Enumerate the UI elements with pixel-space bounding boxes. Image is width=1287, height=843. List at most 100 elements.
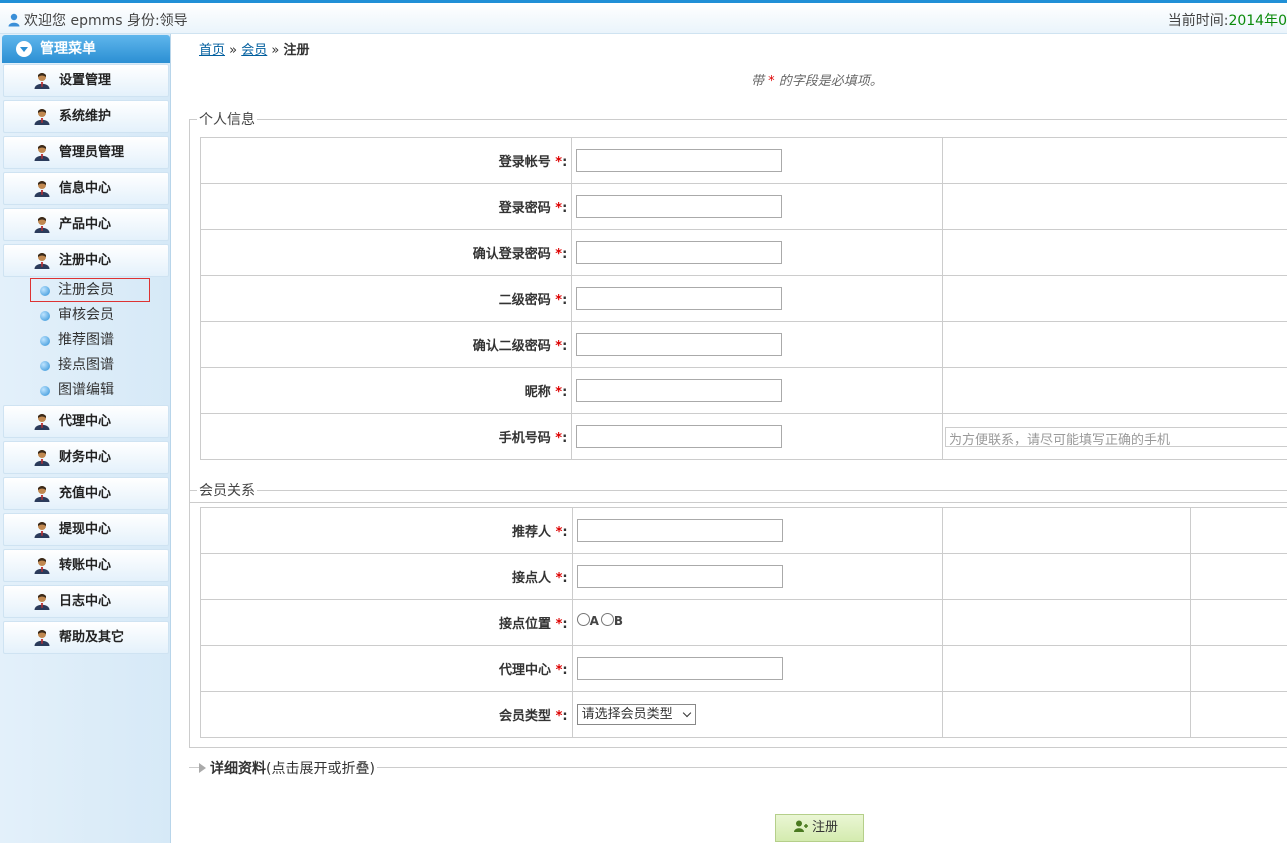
personal-info-legend: 个人信息 <box>199 112 255 128</box>
field-label: 接点人 *: <box>200 553 573 600</box>
menu-item-register[interactable]: 注册中心 <box>3 244 169 277</box>
table-row: 代理中心 *: <box>200 645 1287 692</box>
submenu-tree-edit[interactable]: 图谱编辑 <box>40 379 114 401</box>
person-icon <box>34 145 50 161</box>
referrer-input[interactable] <box>576 519 783 542</box>
person-icon <box>34 109 50 125</box>
menu-item-system[interactable]: 系统维护 <box>3 100 169 133</box>
field-label: 确认二级密码 *: <box>199 321 573 368</box>
field-label: 二级密码 *: <box>199 275 573 322</box>
phone-input[interactable] <box>576 425 783 448</box>
member-type-select[interactable]: 请选择会员类型 <box>576 704 696 725</box>
submenu-referral-tree[interactable]: 推荐图谱 <box>40 329 114 351</box>
position-a-label: A <box>589 614 599 628</box>
bullet-icon <box>40 361 50 371</box>
field-label: 确认登录密码 *: <box>199 229 573 276</box>
person-icon <box>34 217 50 233</box>
person-icon <box>34 253 50 269</box>
field-label: 推荐人 *: <box>200 507 573 554</box>
table-row: 会员类型 *: 请选择会员类型 <box>200 691 1287 738</box>
position-a-radio[interactable] <box>576 613 590 626</box>
bullet-icon <box>40 311 50 321</box>
table-row: 昵称 *: <box>199 367 1287 414</box>
breadcrumb-home-link[interactable]: 首页 <box>199 43 225 58</box>
person-icon <box>34 558 50 574</box>
person-icon <box>34 522 50 538</box>
detail-toggle-label[interactable]: 详细资料(点击展开或折叠) <box>199 758 377 778</box>
menu-item-admin[interactable]: 管理员管理 <box>3 136 169 169</box>
welcome-text: 欢迎您 epmms 身份:领导 <box>8 10 188 30</box>
time-value: 2014年0 <box>1228 13 1287 29</box>
agent-center-input[interactable] <box>576 657 783 680</box>
field-label: 登录帐号 *: <box>199 137 573 184</box>
person-icon <box>34 594 50 610</box>
table-row: 确认登录密码 *: <box>199 229 1287 276</box>
field-label: 会员类型 *: <box>200 691 573 738</box>
table-row: 确认二级密码 *: <box>199 321 1287 368</box>
required-note: 带 * 的字段是必填项。 <box>751 74 883 89</box>
table-row: 推荐人 *: <box>200 507 1287 554</box>
table-row: 登录帐号 *: <box>199 137 1287 184</box>
table-row: 接点位置 *: AB <box>200 599 1287 646</box>
person-icon <box>34 414 50 430</box>
current-time: 当前时间:2014年0 <box>1167 13 1287 29</box>
secondary-password-input[interactable] <box>576 287 783 310</box>
submenu-review-member[interactable]: 审核会员 <box>40 304 114 326</box>
menu-item-agent[interactable]: 代理中心 <box>3 405 169 438</box>
table-row: 手机号码 *: 为方便联系，请尽可能填写正确的手机 <box>199 413 1287 460</box>
member-relation-table: 推荐人 *: 接点人 *: 接点位置 *: AB 代理中心 *: 会员类型 *:… <box>200 507 1287 738</box>
confirm-login-password-input[interactable] <box>576 241 783 264</box>
breadcrumb: 首页 » 会员 » 注册 <box>199 43 310 58</box>
detail-section-toggle[interactable]: 详细资料(点击展开或折叠) <box>189 758 1287 778</box>
user-icon <box>8 13 20 27</box>
field-label: 登录密码 *: <box>199 183 573 230</box>
field-label: 代理中心 *: <box>200 645 573 692</box>
main-content: 首页 » 会员 » 注册 带 * 的字段是必填项。 个人信息 登录帐号 *: 登… <box>171 34 1287 843</box>
person-icon <box>34 450 50 466</box>
menu-item-transfer[interactable]: 转账中心 <box>3 549 169 582</box>
breadcrumb-member-link[interactable]: 会员 <box>241 43 267 58</box>
menu-header[interactable]: 管理菜单 <box>2 35 170 63</box>
placement-person-input[interactable] <box>576 565 783 588</box>
menu-item-log[interactable]: 日志中心 <box>3 585 169 618</box>
field-label: 手机号码 *: <box>199 413 573 460</box>
field-label: 接点位置 *: <box>200 599 573 646</box>
menu-item-help[interactable]: 帮助及其它 <box>3 621 169 654</box>
phone-hint: 为方便联系，请尽可能填写正确的手机 <box>945 426 1287 448</box>
bullet-icon <box>40 336 50 346</box>
login-account-input[interactable] <box>576 149 783 172</box>
table-row: 登录密码 *: <box>199 183 1287 230</box>
breadcrumb-current: 注册 <box>283 43 310 58</box>
position-b-label: B <box>613 614 624 628</box>
submenu-placement-tree[interactable]: 接点图谱 <box>40 354 114 376</box>
position-b-radio[interactable] <box>600 613 614 626</box>
submenu-register-member[interactable]: 注册会员 <box>30 278 150 302</box>
member-relation-legend: 会员关系 <box>199 483 255 499</box>
person-icon <box>34 73 50 89</box>
personal-info-table: 登录帐号 *: 登录密码 *: 确认登录密码 *: 二级密码 *: 确认二级密码… <box>199 137 1287 460</box>
person-icon <box>34 630 50 646</box>
menu-item-recharge[interactable]: 充值中心 <box>3 477 169 510</box>
menu-item-withdraw[interactable]: 提现中心 <box>3 513 169 546</box>
chevron-down-icon <box>682 708 691 718</box>
sidebar: 管理菜单 设置管理 系统维护 管理员管理 信息中心 产品中心 注册中心 注册会员… <box>0 34 171 843</box>
register-button[interactable]: 注册 <box>775 814 864 842</box>
add-user-icon <box>794 820 808 832</box>
person-icon <box>34 486 50 502</box>
field-label: 昵称 *: <box>199 367 573 414</box>
menu-item-settings[interactable]: 设置管理 <box>3 64 169 97</box>
collapse-icon[interactable] <box>16 41 32 57</box>
login-password-input[interactable] <box>576 195 783 218</box>
table-row: 接点人 *: <box>200 553 1287 600</box>
expand-triangle-icon <box>199 763 206 773</box>
confirm-secondary-password-input[interactable] <box>576 333 783 356</box>
table-row: 二级密码 *: <box>199 275 1287 322</box>
bullet-icon <box>40 386 50 396</box>
menu-item-product[interactable]: 产品中心 <box>3 208 169 241</box>
menu-item-info[interactable]: 信息中心 <box>3 172 169 205</box>
menu-item-finance[interactable]: 财务中心 <box>3 441 169 474</box>
nickname-input[interactable] <box>576 379 783 402</box>
bullet-icon <box>40 286 50 296</box>
person-icon <box>34 181 50 197</box>
top-bar: 欢迎您 epmms 身份:领导 当前时间:2014年0 <box>0 0 1287 34</box>
